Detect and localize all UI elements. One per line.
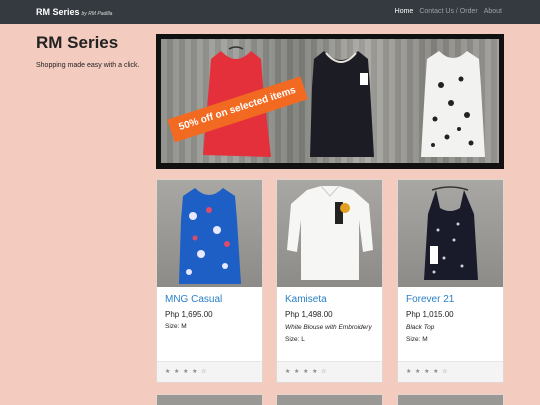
product-price: Php 1,498.00 <box>285 310 333 319</box>
rating-stars: ★ ★ ★ ★ ☆ <box>165 369 208 375</box>
site-title: RM Series <box>36 33 119 52</box>
product-card-partial[interactable] <box>276 394 383 405</box>
card-footer: ★ ★ ★ ★ ☆ <box>277 361 382 382</box>
product-image[interactable] <box>157 180 262 287</box>
product-card-partial[interactable] <box>397 394 504 405</box>
product-image[interactable] <box>398 180 503 287</box>
site-tagline: Shopping made easy with a click. <box>36 62 140 69</box>
rating-stars: ★ ★ ★ ★ ☆ <box>406 369 449 375</box>
product-image[interactable] <box>277 180 382 287</box>
nav-home-link[interactable]: Home <box>395 8 414 15</box>
white-top-image <box>421 51 485 157</box>
hero-image: 50% off on selected items <box>161 39 499 163</box>
product-card: MNG Casual Php 1,695.00 Size: M ★ ★ ★ ★ … <box>156 179 263 383</box>
product-price: Php 1,695.00 <box>165 310 213 319</box>
navbar: RM Series by RM Padilla Home Contact Us /… <box>0 0 540 24</box>
card-footer: ★ ★ ★ ★ ☆ <box>157 361 262 382</box>
brand-name: RM Series <box>36 7 80 17</box>
nav-about-link[interactable]: About <box>484 8 502 15</box>
product-size: Size: M <box>406 336 428 343</box>
nav-links: Home Contact Us / Order About <box>395 8 502 15</box>
black-top-image <box>310 51 374 157</box>
product-price: Php 1,015.00 <box>406 310 454 319</box>
product-size: Size: L <box>285 336 305 343</box>
brand-link[interactable]: RM Series by RM Padilla <box>36 7 112 17</box>
product-card: Forever 21 Php 1,015.00 Black Top Size: … <box>397 179 504 383</box>
product-size: Size: M <box>165 323 187 330</box>
product-title-link[interactable]: Forever 21 <box>406 294 498 305</box>
brand-subtitle: by RM Padilla <box>81 11 113 17</box>
product-card-partial[interactable] <box>156 394 263 405</box>
product-description: Black Top <box>406 324 435 331</box>
product-title-link[interactable]: MNG Casual <box>165 294 257 305</box>
hero-banner[interactable]: 50% off on selected items <box>156 34 504 169</box>
product-description: White Blouse with Embroidery <box>285 324 372 331</box>
product-title-link[interactable]: Kamiseta <box>285 294 377 305</box>
product-card: Kamiseta Php 1,498.00 White Blouse with … <box>276 179 383 383</box>
rating-stars: ★ ★ ★ ★ ☆ <box>285 369 328 375</box>
card-footer: ★ ★ ★ ★ ☆ <box>398 361 503 382</box>
nav-contact-link[interactable]: Contact Us / Order <box>419 8 477 15</box>
